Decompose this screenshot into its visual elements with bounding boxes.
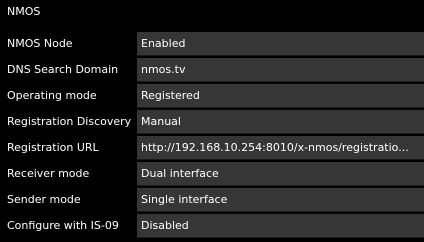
setting-value-sender-mode[interactable]: Single interface	[137, 188, 424, 212]
setting-value-configure-with-is-09[interactable]: Disabled	[137, 214, 424, 238]
setting-label: Configure with IS-09	[4, 213, 137, 239]
setting-value-registration-discovery[interactable]: Manual	[137, 110, 424, 134]
setting-value-nmos-node[interactable]: Enabled	[137, 32, 424, 56]
setting-label: Receiver mode	[4, 161, 137, 187]
setting-label: Sender mode	[4, 187, 137, 213]
setting-label: DNS Search Domain	[4, 57, 137, 83]
setting-row-operating-mode[interactable]: Operating mode Registered	[4, 83, 424, 109]
setting-label: Registration Discovery	[4, 109, 137, 135]
setting-label: Operating mode	[4, 83, 137, 109]
setting-row-nmos-node[interactable]: NMOS Node Enabled	[4, 31, 424, 57]
setting-row-receiver-mode[interactable]: Receiver mode Dual interface	[4, 161, 424, 187]
setting-row-registration-url[interactable]: Registration URL http://192.168.10.254:8…	[4, 135, 424, 161]
setting-row-configure-with-is-09[interactable]: Configure with IS-09 Disabled	[4, 213, 424, 239]
nmos-settings-panel: NMOS NMOS Node Enabled DNS Search Domain…	[0, 0, 424, 242]
setting-value-receiver-mode[interactable]: Dual interface	[137, 162, 424, 186]
setting-label: Registration URL	[4, 135, 137, 161]
setting-value-operating-mode[interactable]: Registered	[137, 84, 424, 108]
settings-list: NMOS Node Enabled DNS Search Domain nmos…	[4, 31, 424, 239]
setting-value-dns-search-domain[interactable]: nmos.tv	[137, 58, 424, 82]
setting-row-dns-search-domain[interactable]: DNS Search Domain nmos.tv	[4, 57, 424, 83]
setting-label: NMOS Node	[4, 31, 137, 57]
setting-row-registration-discovery[interactable]: Registration Discovery Manual	[4, 109, 424, 135]
setting-row-sender-mode[interactable]: Sender mode Single interface	[4, 187, 424, 213]
panel-title: NMOS	[0, 0, 424, 27]
setting-value-registration-url[interactable]: http://192.168.10.254:8010/x-nmos/regist…	[137, 136, 424, 160]
